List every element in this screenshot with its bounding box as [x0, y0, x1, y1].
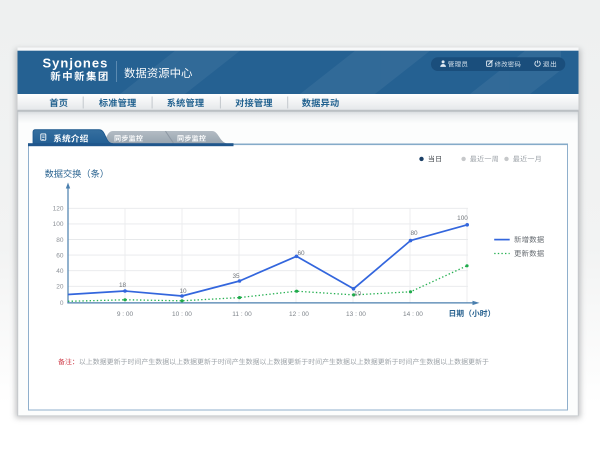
svg-text:80: 80 [56, 237, 64, 244]
svg-text:14 : 00: 14 : 00 [403, 311, 423, 318]
svg-text:100: 100 [457, 215, 468, 222]
svg-text:20: 20 [56, 284, 64, 291]
svg-text:35: 35 [232, 273, 240, 280]
svg-text:Synjones: Synjones [43, 56, 109, 71]
svg-text:10: 10 [354, 290, 362, 297]
svg-text:12 : 00: 12 : 00 [289, 311, 309, 318]
svg-text:10 : 00: 10 : 00 [172, 311, 192, 318]
svg-text:60: 60 [56, 252, 64, 259]
svg-text:0: 0 [60, 300, 64, 307]
svg-text:13 : 00: 13 : 00 [346, 311, 366, 318]
svg-text:80: 80 [410, 230, 418, 237]
svg-text:60: 60 [297, 250, 305, 257]
svg-text:9 : 00: 9 : 00 [117, 311, 134, 318]
svg-text:10: 10 [179, 288, 187, 295]
svg-text:100: 100 [53, 221, 64, 228]
svg-text:18: 18 [119, 282, 127, 289]
svg-text:11 : 00: 11 : 00 [232, 311, 252, 318]
svg-text:40: 40 [56, 268, 64, 275]
svg-text:120: 120 [53, 206, 64, 213]
